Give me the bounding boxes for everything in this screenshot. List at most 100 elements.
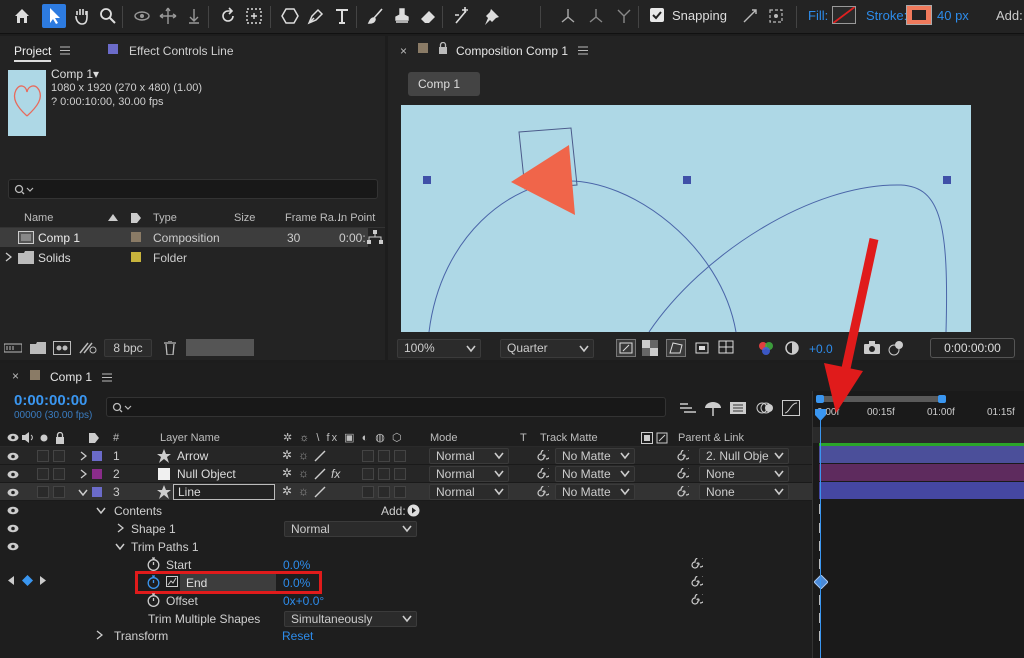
- label-tag-icon[interactable]: [88, 432, 100, 444]
- track-matte-pickwhip-icon[interactable]: [537, 468, 549, 480]
- switch-collapse-icon[interactable]: ☼: [298, 448, 309, 462]
- col-parent[interactable]: Parent & Link: [678, 432, 744, 444]
- video-eye-icon[interactable]: [7, 542, 19, 551]
- view-axis-icon[interactable]: [612, 4, 636, 28]
- transform-reset-link[interactable]: Reset: [282, 629, 313, 643]
- transparency-grid-icon[interactable]: [642, 340, 658, 356]
- project-settings-icon[interactable]: [78, 341, 98, 355]
- col-name[interactable]: Name: [24, 212, 53, 224]
- shy-layers-icon[interactable]: [704, 400, 722, 416]
- col-layer-name[interactable]: Layer Name: [160, 432, 220, 444]
- lock-toggle[interactable]: [53, 468, 65, 480]
- switch-box[interactable]: [378, 450, 390, 462]
- dolly-icon[interactable]: [182, 4, 206, 28]
- switch-quality-icon[interactable]: [314, 450, 326, 462]
- bit-depth-button[interactable]: 8 bpc: [104, 339, 152, 357]
- disclosure-triangle-icon[interactable]: [80, 469, 87, 479]
- tab-composition[interactable]: Composition Comp 1: [456, 44, 568, 58]
- switch-shy-icon[interactable]: ✲: [282, 466, 292, 480]
- col-frame-rate[interactable]: Frame Ra...: [285, 212, 343, 224]
- stopwatch-icon[interactable]: [147, 593, 160, 607]
- type-icon[interactable]: [330, 4, 354, 28]
- timeline-graph-area[interactable]: 0:00f 00:15f 01:00f 01:15f: [812, 391, 1024, 658]
- next-keyframe-icon[interactable]: [40, 576, 47, 585]
- switch-shy-icon[interactable]: ✲: [282, 448, 292, 462]
- project-search-input[interactable]: [8, 179, 378, 199]
- layer-name[interactable]: Line: [178, 485, 201, 499]
- pickwhip-icon[interactable]: [691, 558, 703, 570]
- eraser-icon[interactable]: [416, 4, 440, 28]
- roto-brush-icon[interactable]: [450, 4, 474, 28]
- switch-box[interactable]: [394, 450, 406, 462]
- col-number[interactable]: #: [113, 432, 119, 444]
- solo-toggle[interactable]: [37, 468, 49, 480]
- parent-pickwhip-icon[interactable]: [677, 486, 689, 498]
- switch-quality-icon[interactable]: [314, 486, 326, 498]
- brush-icon[interactable]: [364, 4, 388, 28]
- contents-label[interactable]: Contents: [114, 504, 162, 518]
- track-matte-dropdown[interactable]: No Matte: [555, 466, 635, 482]
- parent-pickwhip-icon[interactable]: [677, 450, 689, 462]
- layer-name[interactable]: Arrow: [177, 449, 208, 463]
- parent-pickwhip-icon[interactable]: [677, 468, 689, 480]
- pen-icon[interactable]: [304, 4, 328, 28]
- viewer-timecode[interactable]: 0:00:00:00: [930, 338, 1015, 358]
- switch-box[interactable]: [362, 486, 374, 498]
- lock-toggle[interactable]: [53, 486, 65, 498]
- fast-previews-icon[interactable]: [616, 339, 636, 357]
- tab-project[interactable]: Project: [14, 44, 52, 62]
- video-eye-icon[interactable]: [7, 524, 19, 533]
- layer-mode-dropdown[interactable]: Normal: [429, 466, 509, 482]
- zoom-dropdown[interactable]: 100%: [397, 339, 481, 358]
- lock-icon[interactable]: [438, 42, 448, 54]
- playhead-line[interactable]: [820, 419, 821, 658]
- video-eye-icon[interactable]: [7, 488, 19, 497]
- add-label[interactable]: Add:: [996, 8, 1023, 23]
- clone-stamp-icon[interactable]: [390, 4, 414, 28]
- pan-icon[interactable]: [156, 4, 180, 28]
- snap-features-icon[interactable]: [764, 4, 788, 28]
- switch-box[interactable]: [362, 468, 374, 480]
- graph-editor-icon[interactable]: [782, 400, 800, 416]
- resolution-dropdown[interactable]: Quarter: [500, 339, 594, 358]
- current-time-display[interactable]: 0:00:00:00: [14, 392, 87, 409]
- layer-bar-line[interactable]: [819, 482, 1024, 499]
- col-in-point[interactable]: In Point: [338, 212, 375, 224]
- project-row-solids[interactable]: Solids Folder: [0, 248, 368, 267]
- comp-viewer-canvas[interactable]: [401, 105, 971, 332]
- stroke-swatch[interactable]: [906, 5, 932, 25]
- zoom-icon[interactable]: [96, 4, 120, 28]
- expand-chevron-icon[interactable]: [78, 489, 88, 496]
- layer-row[interactable]: 3 Line ✲ ☼ Normal No Matte None: [0, 483, 812, 501]
- hand-icon[interactable]: [70, 4, 94, 28]
- frame-blending-icon[interactable]: [730, 400, 746, 416]
- switch-quality-icon[interactable]: [314, 468, 326, 480]
- snap-edges-icon[interactable]: [738, 4, 762, 28]
- shape-icon[interactable]: [278, 4, 302, 28]
- line-shape-path[interactable]: [401, 105, 971, 332]
- puppet-pin-icon[interactable]: [480, 4, 504, 28]
- rotate-icon[interactable]: [216, 4, 240, 28]
- switch-shy-icon[interactable]: ✲: [282, 484, 292, 498]
- label-color[interactable]: [131, 232, 141, 242]
- layer-name[interactable]: Null Object: [177, 467, 236, 481]
- snapping-checkbox[interactable]: [650, 8, 664, 22]
- layer-mode-dropdown[interactable]: Normal: [429, 484, 509, 500]
- solo-toggle[interactable]: [37, 486, 49, 498]
- panel-menu-icon[interactable]: [578, 46, 588, 55]
- track-matte-dropdown[interactable]: No Matte: [555, 484, 635, 500]
- new-composition-icon[interactable]: [53, 341, 71, 355]
- pan-behind-icon[interactable]: [242, 4, 266, 28]
- layer-label-color[interactable]: [92, 487, 102, 497]
- reset-exposure-icon[interactable]: [784, 340, 800, 356]
- flow-tab-comp[interactable]: Comp 1: [408, 72, 480, 96]
- col-type[interactable]: Type: [153, 212, 177, 224]
- selection-icon[interactable]: [42, 4, 66, 28]
- shape-group-label[interactable]: Shape 1: [131, 522, 176, 536]
- switch-box[interactable]: [378, 468, 390, 480]
- label-color[interactable]: [131, 252, 141, 262]
- pickwhip-icon[interactable]: [691, 576, 703, 588]
- shape-blend-mode-dropdown[interactable]: Normal: [284, 521, 417, 537]
- solo-toggle[interactable]: [37, 450, 49, 462]
- add-content-label[interactable]: Add:: [381, 504, 406, 518]
